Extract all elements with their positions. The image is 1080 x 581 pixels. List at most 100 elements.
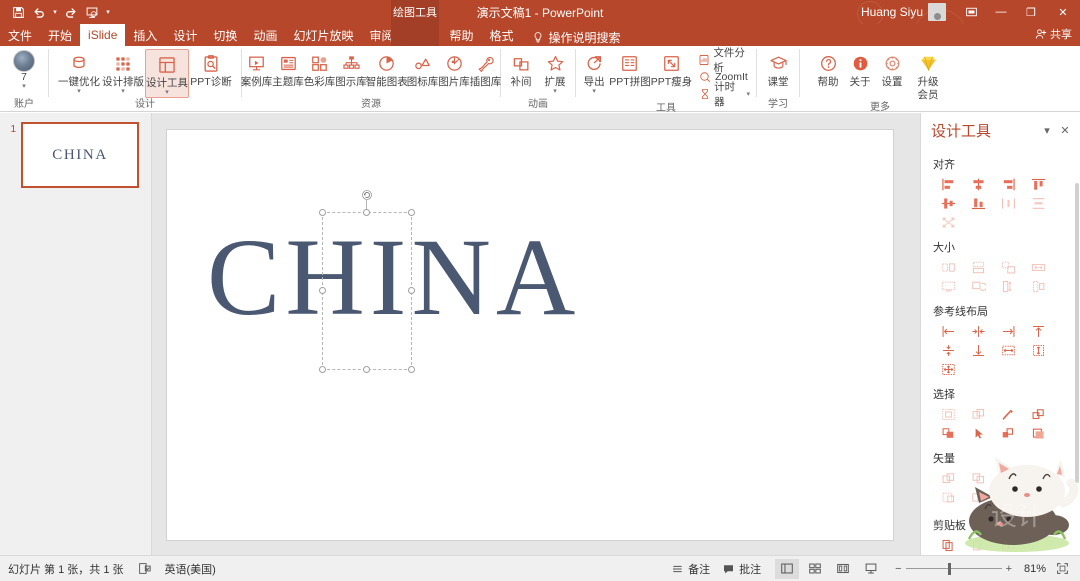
tab-design[interactable]: 设计	[165, 24, 205, 46]
tab-file[interactable]: 文件	[0, 24, 40, 46]
rotation-handle[interactable]	[361, 189, 373, 211]
chevron-down-icon[interactable]: ▾	[22, 83, 26, 91]
classroom-button[interactable]: 课堂	[761, 49, 795, 88]
tab-home[interactable]: 开始	[40, 24, 80, 46]
one-click-optimize-button[interactable]: 一键优化 ▾	[57, 49, 101, 96]
fit-height-icon[interactable]	[1023, 258, 1053, 277]
guide-fill-both-icon[interactable]	[933, 360, 963, 379]
align-center-horizontal-icon[interactable]	[963, 175, 993, 194]
chevron-down-icon[interactable]: ▾	[592, 88, 596, 96]
same-height-icon[interactable]	[933, 258, 963, 277]
ppt-montage-button[interactable]: PPT拼图	[609, 49, 651, 88]
resize-handle-e[interactable]	[408, 287, 415, 294]
thumbnail-slide-1[interactable]: CHINA	[21, 122, 139, 188]
avatar[interactable]	[928, 3, 946, 21]
slide-text-box[interactable]: CHINA	[207, 218, 857, 336]
select-overlap-icon[interactable]	[1023, 405, 1053, 424]
tab-transitions[interactable]: 切换	[205, 24, 245, 46]
vector-subtract-icon[interactable]	[933, 488, 963, 507]
select-shape-icon[interactable]	[1023, 424, 1053, 443]
extend-button[interactable]: 扩展 ▾	[538, 49, 572, 96]
vector-union-icon[interactable]	[933, 469, 963, 488]
paste-icon[interactable]	[963, 536, 993, 555]
redo-icon[interactable]	[61, 2, 81, 22]
ppt-diagnose-button[interactable]: PPT诊断	[189, 49, 233, 88]
chevron-down-icon[interactable]: ▾	[77, 88, 81, 96]
export-button[interactable]: 导出 ▾	[579, 49, 609, 96]
accessibility-check-icon[interactable]	[138, 562, 151, 575]
slide-sorter-view-icon[interactable]	[803, 559, 827, 579]
file-analysis-button[interactable]: 文件分析	[695, 47, 753, 74]
minimize-button[interactable]: —	[986, 0, 1016, 24]
close-icon[interactable]: ✕	[1056, 121, 1074, 139]
tab-format[interactable]: 格式	[482, 24, 522, 46]
panel-body[interactable]: 对齐 大小 参考线布局 选择 矢量 T 剪贴板 设计	[921, 147, 1080, 555]
chevron-down-icon[interactable]: ▾	[1038, 121, 1056, 139]
thumbnail-item[interactable]: 1 CHINA	[6, 122, 139, 188]
design-tools-button[interactable]: 设计工具 ▾	[145, 49, 189, 98]
account-button[interactable]: 7 ▾	[3, 49, 45, 91]
tween-button[interactable]: 补间	[504, 49, 538, 88]
select-all-icon[interactable]	[933, 405, 963, 424]
copy-icon[interactable]	[933, 536, 963, 555]
vector-intersect-icon[interactable]	[1023, 469, 1053, 488]
slide-canvas[interactable]: CHINA	[166, 129, 894, 541]
selection-box[interactable]	[319, 190, 415, 373]
align-right-icon[interactable]	[993, 175, 1023, 194]
comments-button[interactable]: 批注	[722, 561, 761, 577]
scale-height-icon[interactable]	[993, 277, 1023, 296]
color-library-button[interactable]: 色彩库	[304, 49, 335, 88]
ribbon-display-options-icon[interactable]	[956, 0, 986, 24]
select-pointer-icon[interactable]	[963, 424, 993, 443]
vector-brush-icon[interactable]	[1023, 488, 1053, 507]
reset-size-icon[interactable]	[963, 277, 993, 296]
customize-qat-icon[interactable]: ▾	[103, 8, 113, 16]
vector-fragment-icon[interactable]	[993, 469, 1023, 488]
resize-handle-se[interactable]	[408, 366, 415, 373]
tab-islide[interactable]: iSlide	[80, 24, 126, 46]
chevron-down-icon[interactable]: ▾	[553, 88, 557, 96]
select-group-icon[interactable]	[993, 424, 1023, 443]
panel-scrollbar[interactable]	[1075, 183, 1079, 483]
resize-handle-w[interactable]	[319, 287, 326, 294]
align-top-icon[interactable]	[1023, 175, 1053, 194]
resize-handle-n[interactable]	[363, 209, 370, 216]
text-to-vector-icon[interactable]: T	[993, 488, 1015, 510]
magic-select-icon[interactable]	[993, 405, 1023, 424]
share-button[interactable]: 共享	[1035, 26, 1072, 42]
slide-editing-area[interactable]: CHINA	[152, 113, 920, 555]
illustration-library-button[interactable]: 插图库	[470, 49, 501, 88]
smart-chart-button[interactable]: 智能图表	[366, 49, 408, 88]
chevron-down-icon[interactable]: ▾	[121, 88, 125, 96]
reading-view-icon[interactable]	[831, 559, 855, 579]
chevron-down-icon[interactable]: ▾	[746, 90, 750, 98]
tell-me-search[interactable]: 操作说明搜索	[522, 29, 621, 46]
guide-left-icon[interactable]	[933, 322, 963, 341]
align-left-icon[interactable]	[933, 175, 963, 194]
tab-animations[interactable]: 动画	[245, 24, 285, 46]
scatter-align-icon[interactable]	[933, 213, 963, 232]
upgrade-member-button[interactable]: 升级 会员	[908, 49, 948, 101]
ppt-slim-button[interactable]: PPT瘦身	[651, 49, 692, 88]
align-bottom-icon[interactable]	[963, 194, 993, 213]
guide-fill-vertical-icon[interactable]	[1023, 341, 1053, 360]
image-library-button[interactable]: 图片库	[438, 49, 470, 88]
theme-library-button[interactable]: 主题库	[272, 49, 304, 88]
notes-button[interactable]: 备注	[671, 561, 710, 577]
zoom-in-button[interactable]: +	[1006, 563, 1012, 575]
same-size-icon[interactable]	[993, 258, 1023, 277]
zoom-slider[interactable]	[905, 562, 1002, 575]
same-width-icon[interactable]	[963, 258, 993, 277]
tab-slideshow[interactable]: 幻灯片放映	[285, 24, 361, 46]
zoom-level-label[interactable]: 81%	[1016, 563, 1046, 575]
resize-handle-nw[interactable]	[319, 209, 326, 216]
guide-top-icon[interactable]	[1023, 322, 1053, 341]
vector-split-icon[interactable]	[963, 488, 993, 507]
save-icon[interactable]	[8, 2, 28, 22]
icon-library-button[interactable]: 图标库	[407, 49, 438, 88]
slideshow-view-icon[interactable]	[859, 559, 883, 579]
guide-right-icon[interactable]	[993, 322, 1023, 341]
scale-width-icon[interactable]	[1023, 277, 1053, 296]
undo-dropdown-icon[interactable]: ▾	[50, 8, 60, 16]
case-library-button[interactable]: 案例库	[241, 49, 272, 88]
